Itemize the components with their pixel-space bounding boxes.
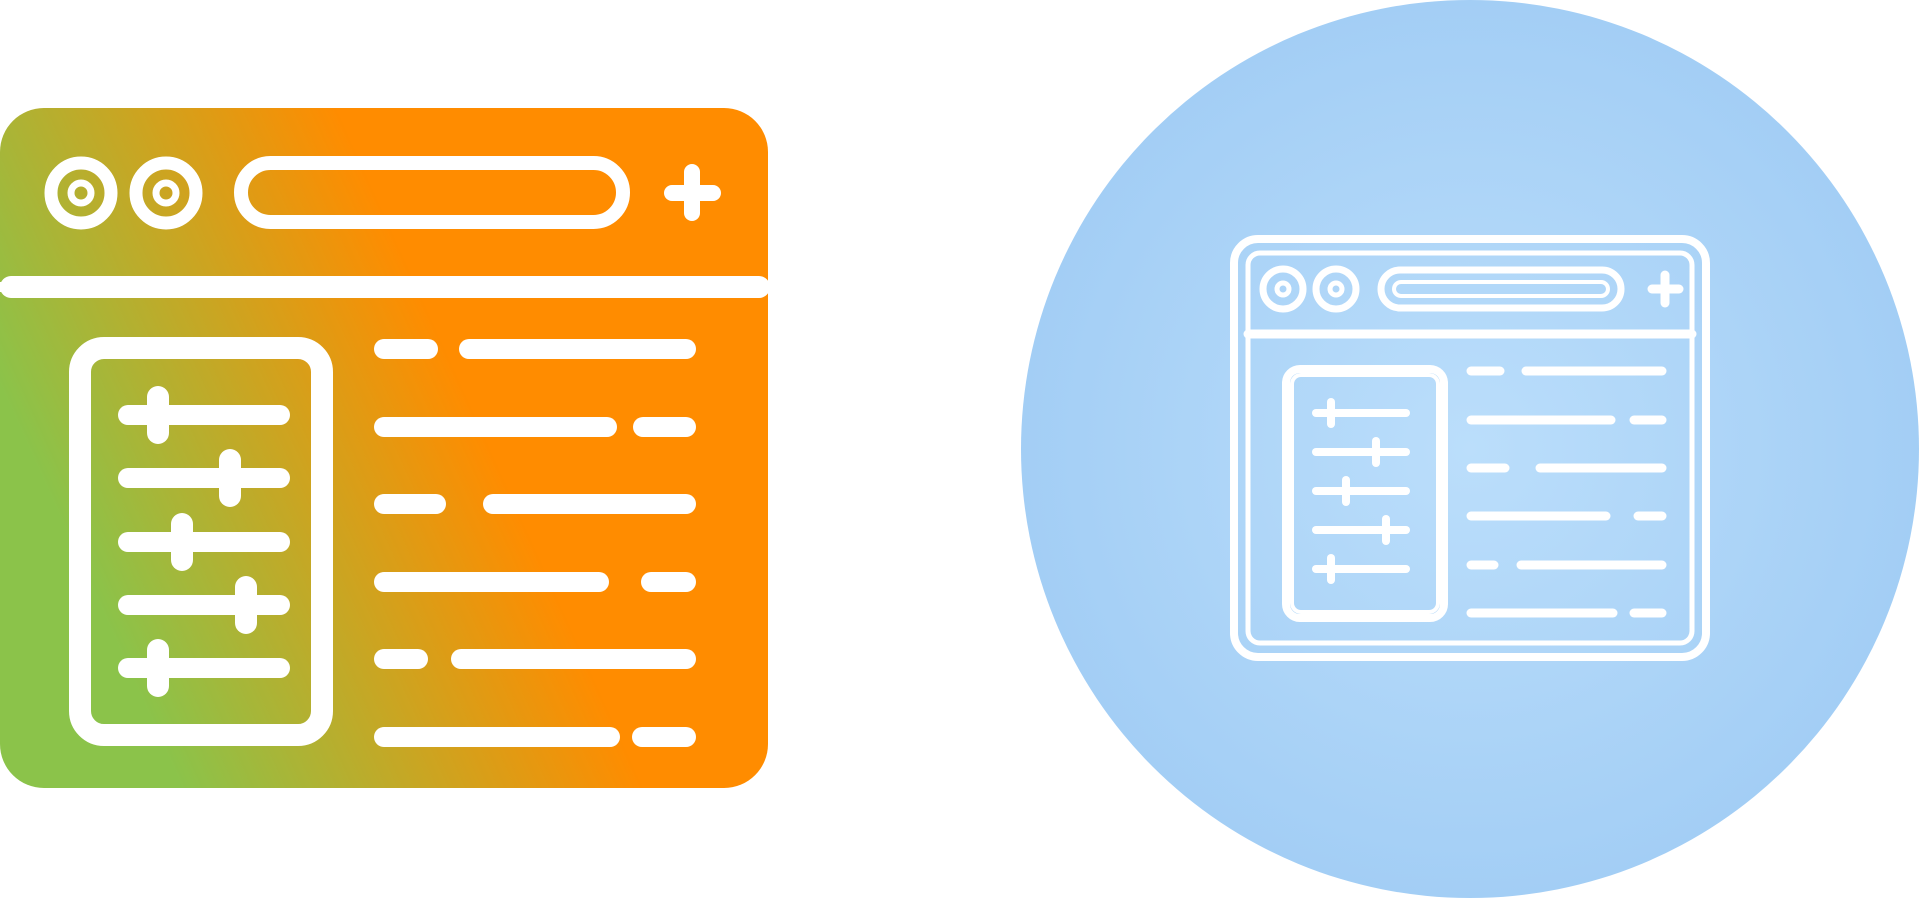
background-circle xyxy=(1021,0,1919,898)
settings-browser-window-icon xyxy=(0,0,772,898)
window-frame xyxy=(0,108,768,788)
settings-browser-window-icon xyxy=(1010,0,1920,898)
outline-icon-graphic xyxy=(1021,0,1919,898)
glyph-icon-graphic xyxy=(0,108,770,788)
